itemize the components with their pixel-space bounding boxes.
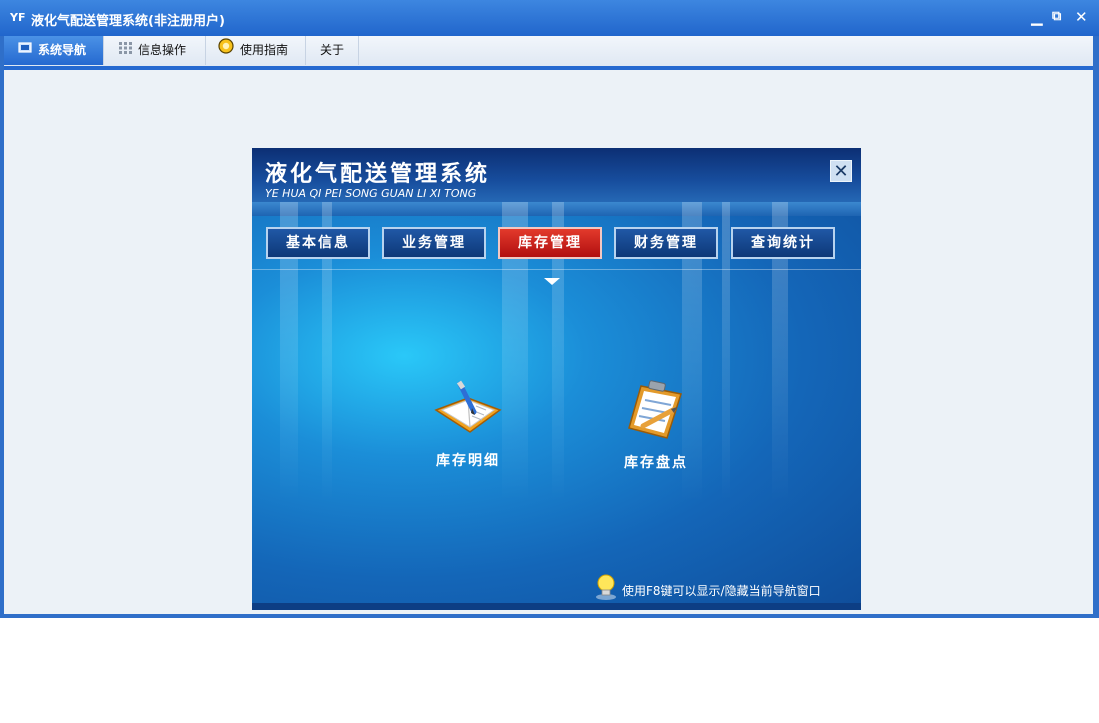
app-logo-icon: YF — [10, 11, 26, 24]
inventory-check-label: 库存盘点 — [624, 455, 688, 471]
tab-label: 使用指南 — [240, 43, 289, 57]
title-bar[interactable]: YF 液化气配送管理系统(非注册用户) ▁ ⧉ ✕ — [0, 0, 1099, 36]
tab-info-operation[interactable]: 信息操作 — [104, 36, 206, 65]
panel-title: 液化气配送管理系统 — [265, 162, 491, 187]
inventory-check-shortcut[interactable]: 库存盘点 — [601, 380, 711, 472]
light-beam — [722, 202, 730, 502]
panel-close-icon[interactable]: ✕ — [830, 160, 852, 182]
menu-business-management-button[interactable]: 业务管理 — [382, 227, 486, 259]
tip-text: 使用F8键可以显示/隐藏当前导航窗口 — [622, 584, 821, 598]
menu-basic-info-button[interactable]: 基本信息 — [266, 227, 370, 259]
minimize-icon[interactable]: ▁ — [1031, 8, 1043, 26]
monitor-icon — [18, 36, 32, 65]
menu-finance-management-button[interactable]: 财务管理 — [614, 227, 718, 259]
panel-footer-bar — [252, 603, 861, 610]
menu-inventory-management-button[interactable]: 库存管理 — [498, 227, 602, 259]
clipboard-pencil-icon — [623, 380, 689, 446]
menu-query-statistics-button[interactable]: 查询统计 — [731, 227, 835, 259]
inventory-detail-label: 库存明细 — [436, 453, 500, 469]
tab-bar: 系统导航 信息操作 使用指南 关于 — [4, 36, 1093, 70]
lightbulb-icon — [594, 573, 618, 605]
tab-system-navigation[interactable]: 系统导航 — [4, 36, 104, 65]
selected-menu-indicator-icon — [544, 278, 560, 285]
tab-user-guide[interactable]: 使用指南 — [206, 36, 306, 65]
tab-label: 信息操作 — [138, 43, 187, 57]
restore-icon[interactable]: ⧉ — [1052, 8, 1061, 26]
window-title: 液化气配送管理系统(非注册用户) — [31, 14, 225, 29]
notebook-pencil-icon — [430, 380, 506, 444]
help-circle-icon — [218, 36, 234, 65]
inventory-detail-shortcut[interactable]: 库存明细 — [413, 380, 523, 470]
menu-divider — [252, 269, 861, 270]
tab-label: 关于 — [319, 43, 344, 57]
tab-label: 系统导航 — [38, 43, 87, 57]
panel-subtitle: YE HUA QI PEI SONG GUAN LI XI TONG — [265, 187, 477, 200]
app-window: YF 液化气配送管理系统(非注册用户) ▁ ⧉ ✕ 系统导航 信息操作 使用指南 — [0, 0, 1099, 618]
navigation-panel: 液化气配送管理系统 YE HUA QI PEI SONG GUAN LI XI … — [252, 148, 861, 610]
close-icon[interactable]: ✕ — [1075, 8, 1088, 26]
tab-about[interactable]: 关于 — [306, 36, 359, 65]
grid-icon — [119, 36, 132, 65]
